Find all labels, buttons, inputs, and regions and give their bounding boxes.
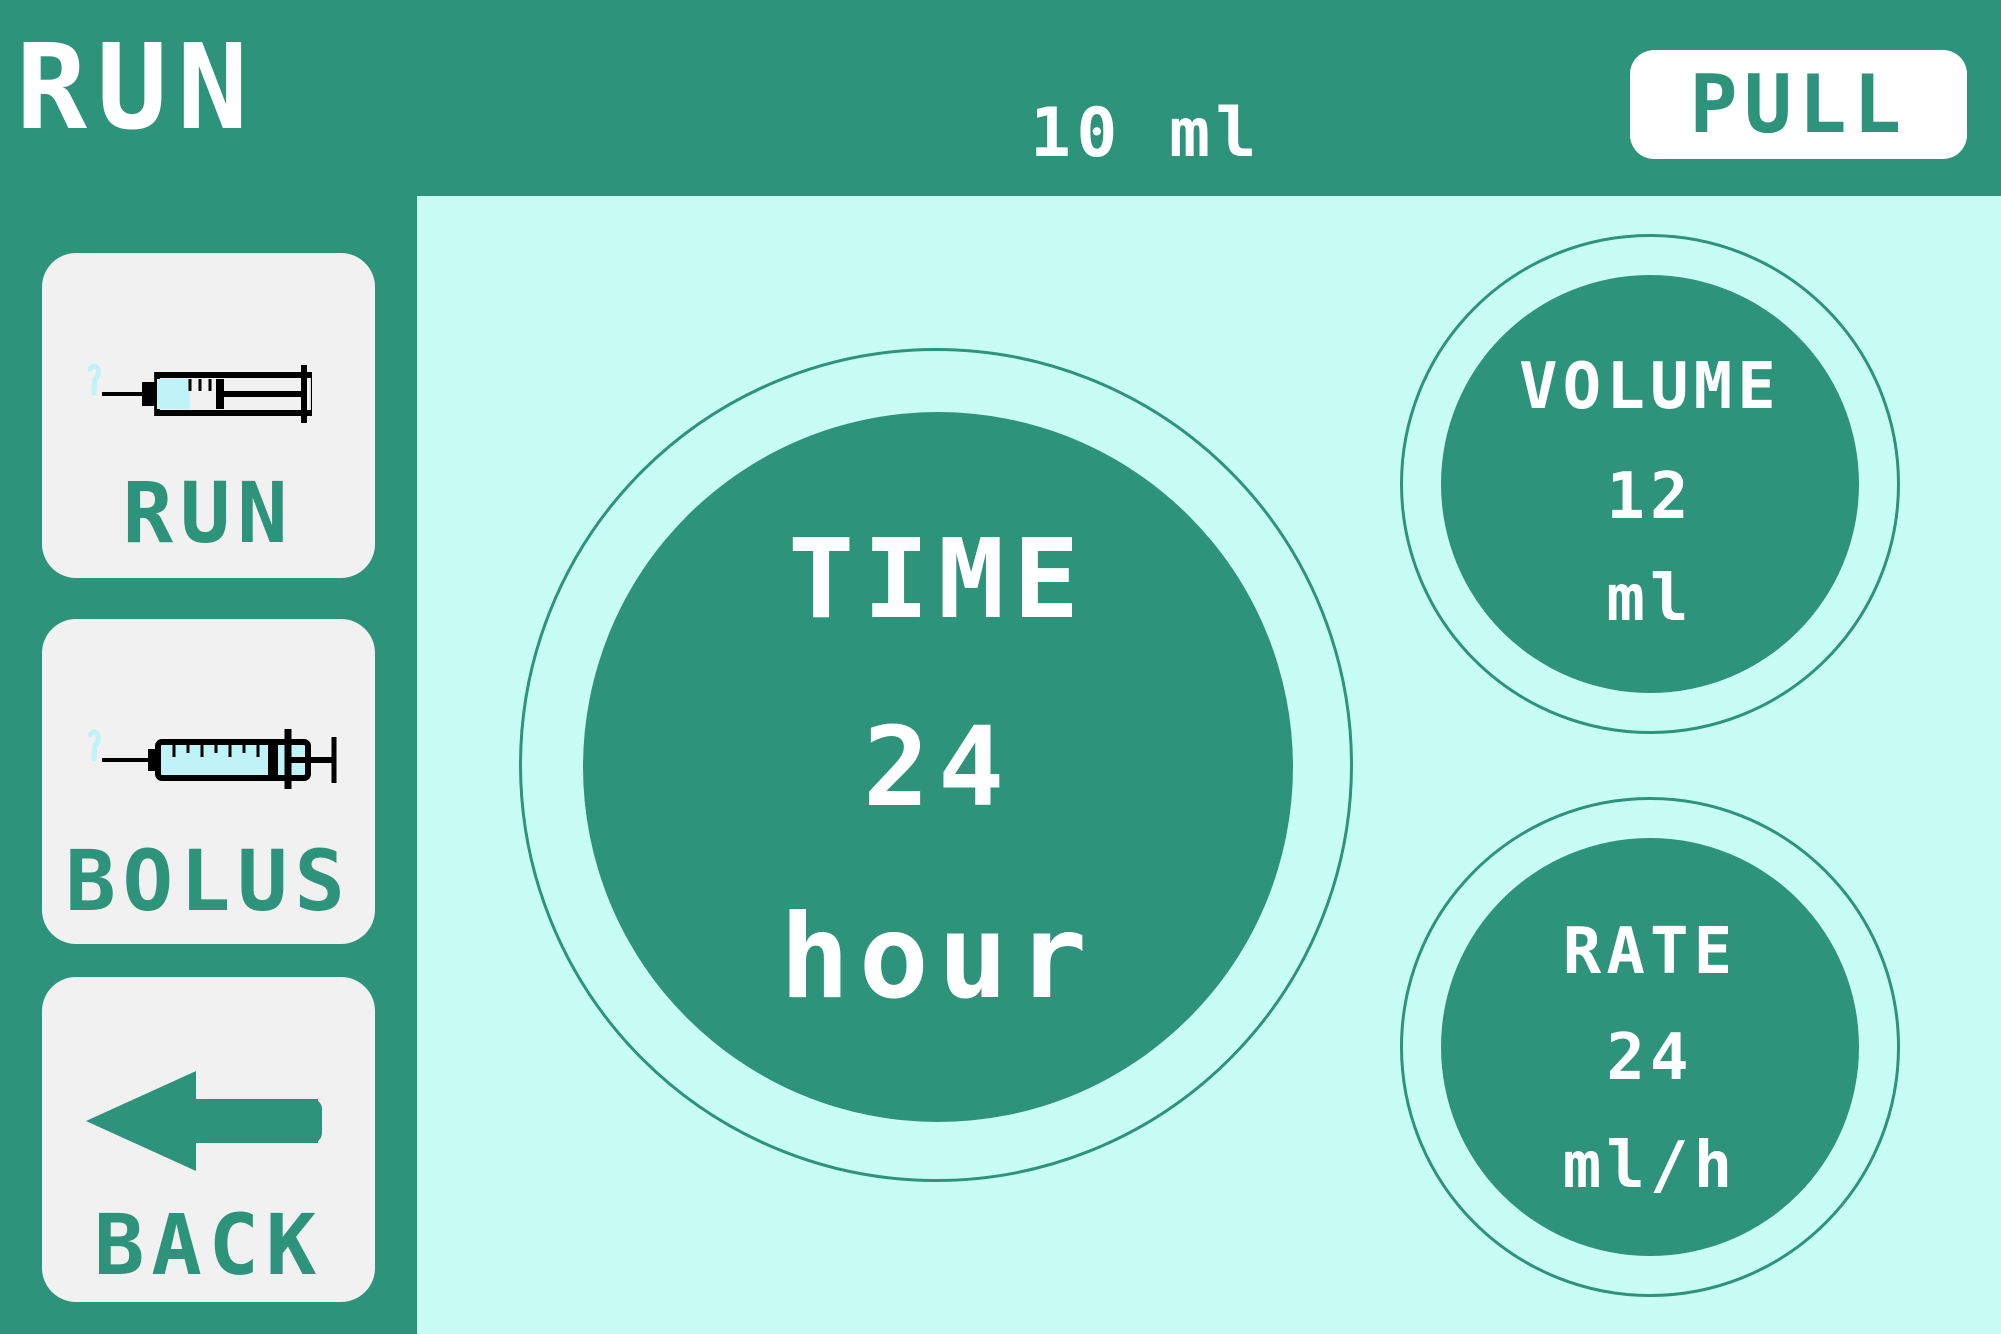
- volume-value: 12: [1606, 460, 1694, 534]
- time-value: 24: [862, 703, 1014, 831]
- time-dial[interactable]: TIME 24 hour: [583, 412, 1293, 1122]
- volume-label: VOLUME: [1519, 350, 1781, 424]
- back-button-label: BACK: [93, 1196, 324, 1294]
- time-unit: hour: [779, 890, 1097, 1025]
- rate-dial[interactable]: RATE 24 ml/h: [1441, 838, 1859, 1256]
- rate-label: RATE: [1562, 915, 1738, 989]
- syringe-bolus-icon: [87, 729, 337, 789]
- pump-screen: RUN 10 ml PULL RUN BOLUS BACK TIME 24 ho…: [0, 0, 2001, 1334]
- time-label: TIME: [787, 515, 1089, 643]
- run-button[interactable]: RUN: [42, 253, 375, 578]
- run-button-label: RUN: [122, 464, 295, 562]
- syringe-run-icon: [87, 363, 312, 423]
- pull-button-label: PULL: [1689, 57, 1908, 151]
- bolus-button-label: BOLUS: [65, 832, 352, 930]
- pull-button[interactable]: PULL: [1630, 50, 1967, 159]
- volume-unit: ml: [1606, 562, 1694, 636]
- mode-title: RUN: [16, 18, 258, 156]
- rate-value: 24: [1606, 1021, 1694, 1095]
- rate-unit: ml/h: [1562, 1129, 1738, 1203]
- syringe-size-readout: 10 ml: [1030, 94, 1262, 173]
- volume-dial[interactable]: VOLUME 12 ml: [1441, 275, 1859, 693]
- sidebar: RUN BOLUS BACK: [0, 196, 417, 1334]
- back-arrow-icon: [86, 1071, 322, 1171]
- bolus-button[interactable]: BOLUS: [42, 619, 375, 944]
- header-bar: RUN 10 ml PULL: [0, 0, 2001, 196]
- back-button[interactable]: BACK: [42, 977, 375, 1302]
